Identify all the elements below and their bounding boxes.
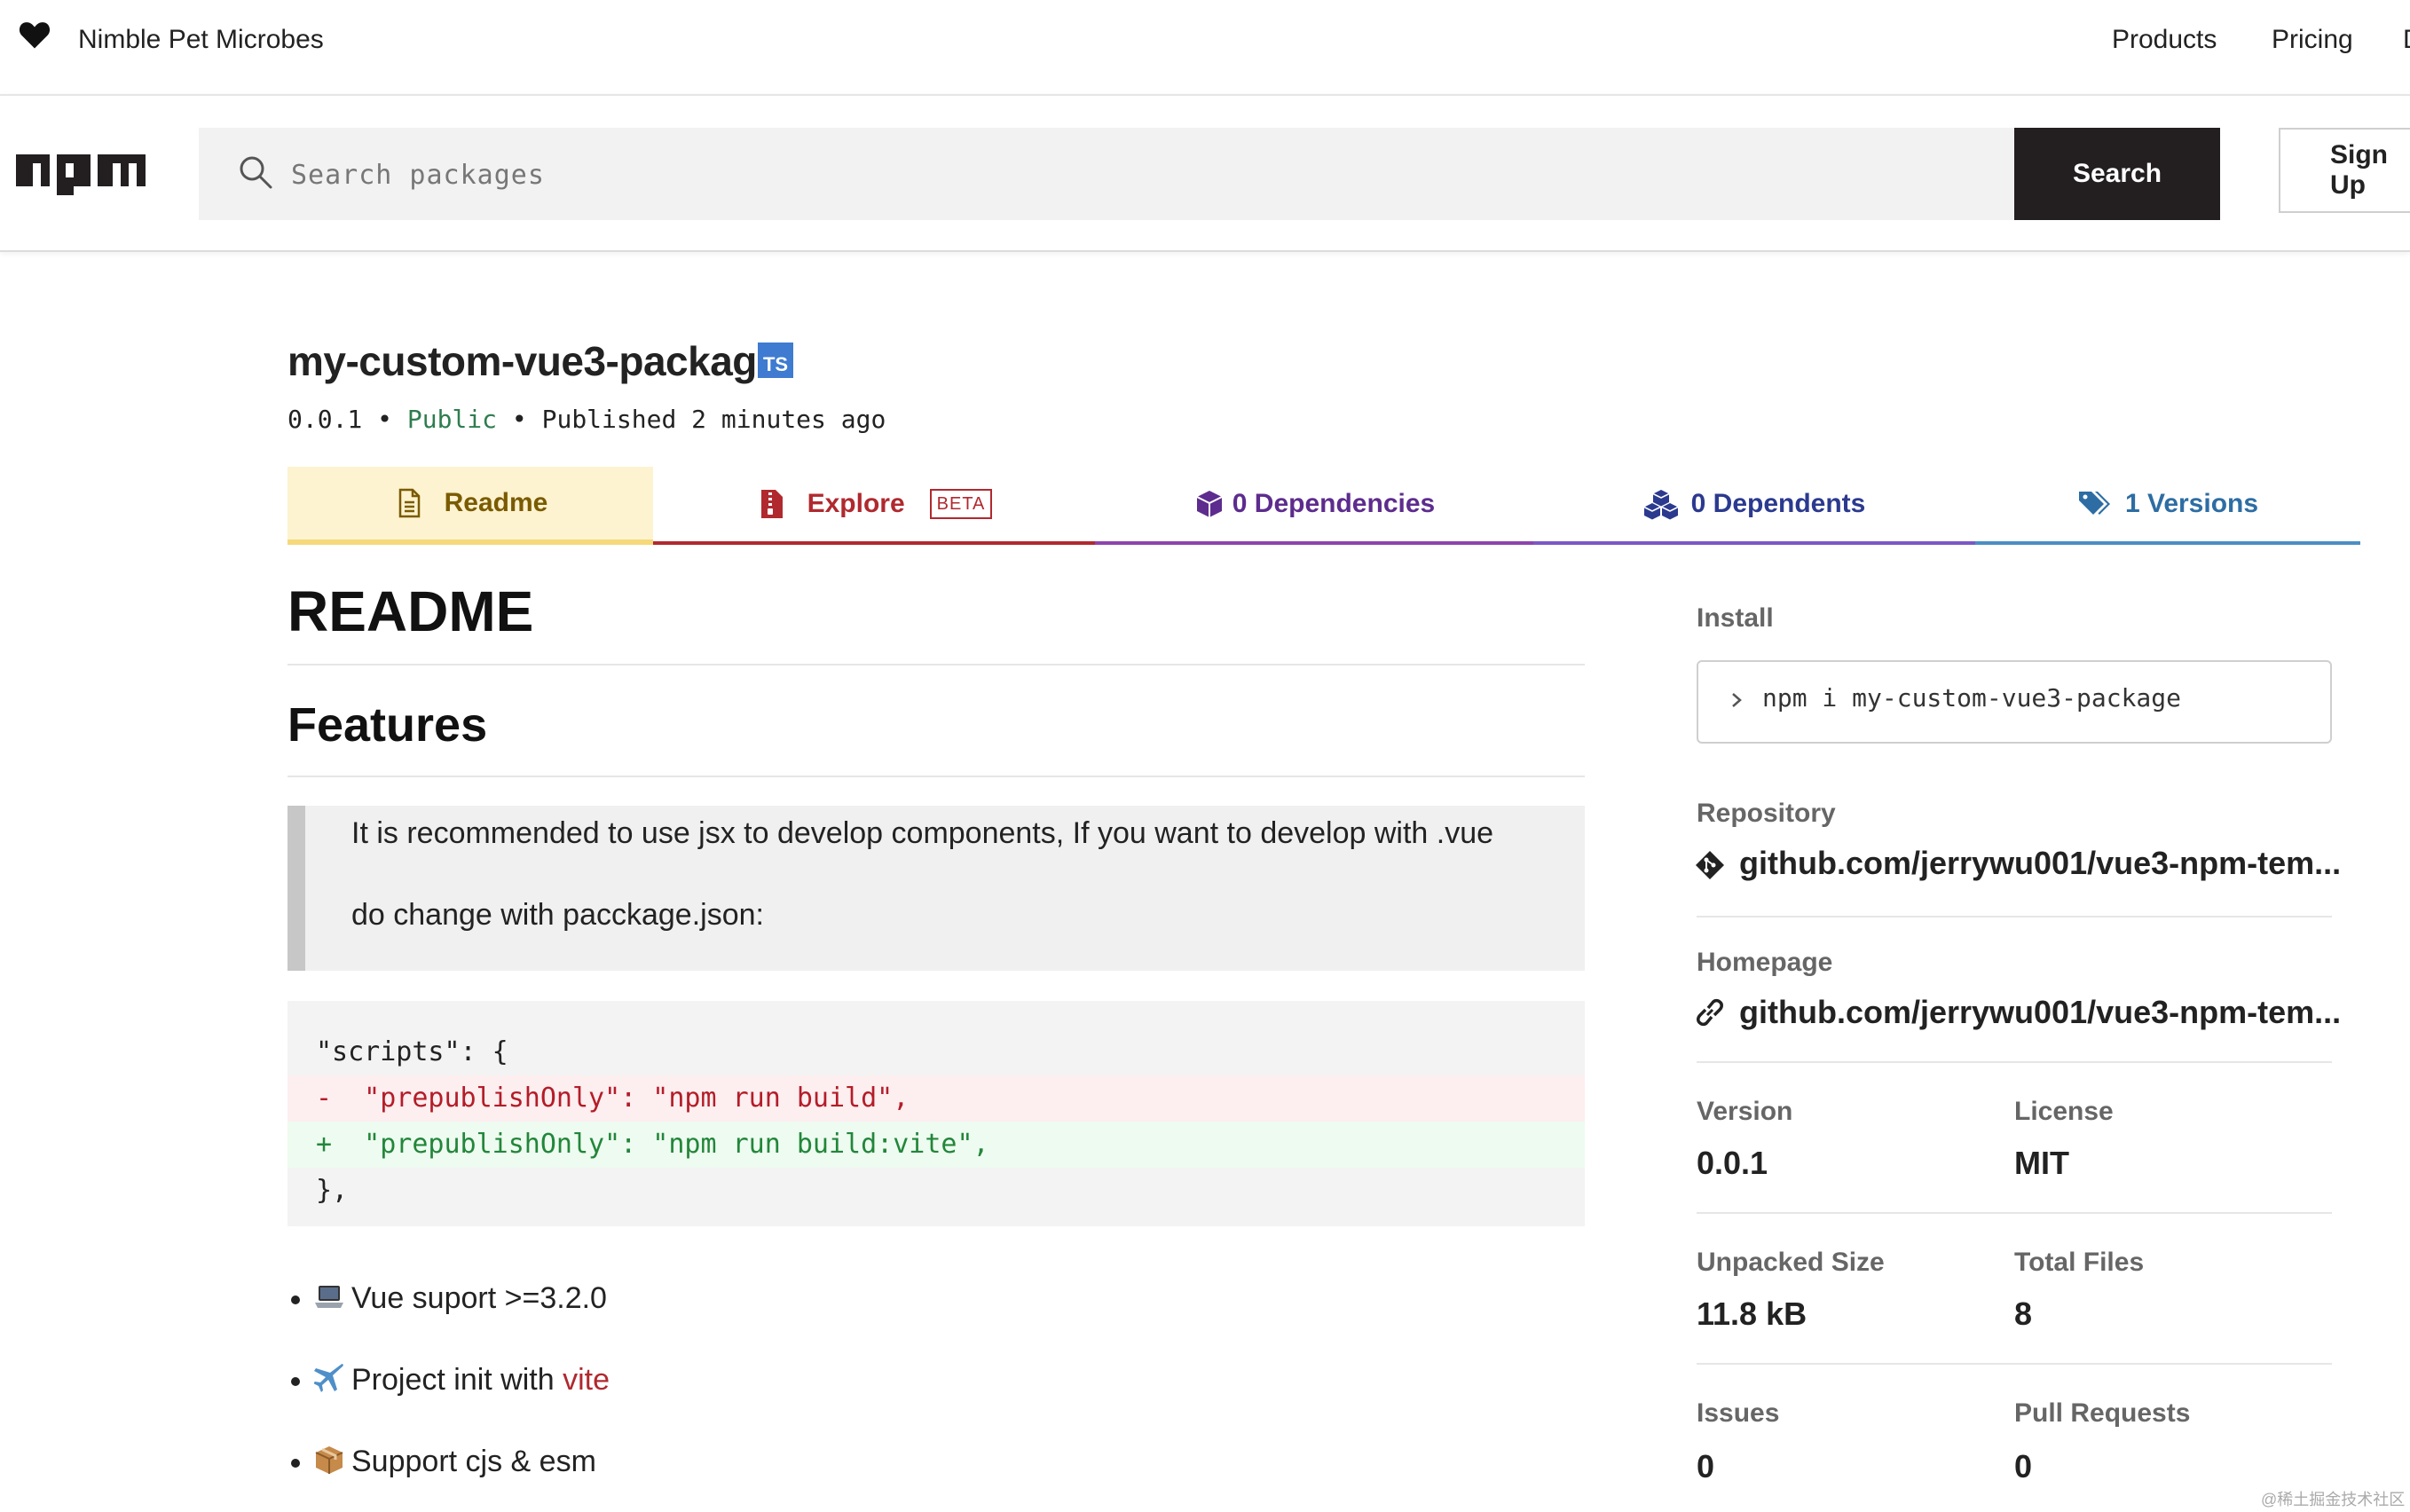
boxes-icon: [1643, 490, 1678, 520]
package-visibility: Public: [406, 405, 498, 434]
tab-versions[interactable]: 1 Versions: [1975, 467, 2360, 545]
readme-blockquote: It is recommended to use jsx to develop …: [287, 806, 1585, 971]
tab-dependencies[interactable]: 0 Dependencies: [1095, 467, 1533, 545]
feature-text: Vue suport >=3.2.0: [351, 1281, 607, 1315]
tab-versions-label: 1 Versions: [2124, 489, 2259, 518]
code-line-removed: - "prepublishOnly": "npm run build",: [287, 1075, 1585, 1122]
features-list: Vue suport >=3.2.0 Project init with vit…: [287, 1267, 610, 1512]
typescript-badge-icon: TS: [758, 343, 793, 378]
tags-icon: [2078, 492, 2110, 515]
unpacked-size-label: Unpacked Size: [1697, 1248, 1885, 1277]
list-item: Vue suport >=3.2.0: [287, 1267, 610, 1349]
divider: [287, 664, 1585, 665]
install-command[interactable]: npm i my-custom-vue3-package: [1762, 683, 2181, 713]
homepage-link[interactable]: github.com/jerrywu001/vue3-npm-tem...: [1739, 994, 2341, 1031]
npm-logo[interactable]: [16, 151, 146, 197]
version-value: 0.0.1: [1697, 1145, 1768, 1181]
features-heading: Features: [287, 698, 488, 752]
watermark: @稀土掘金技术社区: [2261, 1491, 2406, 1508]
divider: [1697, 1212, 2332, 1214]
zip-file-icon: [760, 490, 783, 518]
divider: [287, 776, 1585, 777]
tab-dependencies-label: 0 Dependencies: [1232, 489, 1436, 518]
repository-link[interactable]: github.com/jerrywu001/vue3-npm-tem...: [1739, 845, 2341, 882]
divider: [1697, 1363, 2332, 1365]
meta-separator: •: [511, 405, 527, 434]
meta-separator: •: [377, 405, 393, 434]
vite-link[interactable]: vite: [563, 1363, 610, 1397]
chevron-right-icon: [1732, 693, 1742, 707]
pull-requests-value: 0: [2014, 1448, 2033, 1484]
brand-tagline[interactable]: Nimble Pet Microbes: [78, 25, 324, 55]
repository-label: Repository: [1697, 799, 1836, 828]
license-value: MIT: [2014, 1145, 2069, 1181]
package-emoji-icon: [315, 1446, 343, 1474]
blockquote-line: It is recommended to use jsx to develop …: [351, 816, 1494, 850]
version-label: Version: [1697, 1097, 1793, 1126]
list-item: Project init with vite: [287, 1349, 610, 1430]
box-icon: [1196, 491, 1223, 517]
blockquote-line: do change with pacckage.json:: [351, 898, 764, 932]
issues-value: 0: [1697, 1448, 1715, 1484]
nav-documentation[interactable]: Documentation: [2403, 25, 2410, 55]
code-line: "scripts": {: [316, 1036, 508, 1067]
tab-explore-label: Explore: [807, 489, 905, 518]
divider: [1697, 1061, 2332, 1063]
total-files-value: 8: [2014, 1295, 2033, 1332]
search-input[interactable]: [289, 135, 1979, 215]
code-line: },: [316, 1175, 349, 1206]
tab-dependents-label: 0 Dependents: [1690, 489, 1866, 518]
signup-button[interactable]: Sign Up: [2279, 128, 2410, 213]
package-name: my-custom-vue3-package: [287, 338, 779, 384]
list-item: Support cjs & esm: [287, 1430, 610, 1512]
top-bar: Nimble Pet Microbes Products Pricing Doc…: [0, 0, 2410, 96]
feature-text: Project init with: [351, 1363, 563, 1397]
tab-explore[interactable]: Explore BETA: [653, 467, 1095, 545]
laptop-emoji-icon: [315, 1286, 343, 1308]
code-line-added: + "prepublishOnly": "npm run build:vite"…: [287, 1122, 1585, 1168]
beta-badge: BETA: [929, 489, 993, 519]
tab-readme[interactable]: Readme: [287, 467, 653, 545]
tab-dependents[interactable]: 0 Dependents: [1533, 467, 1975, 545]
homepage-label: Homepage: [1697, 948, 1833, 977]
search-button[interactable]: Search: [2014, 128, 2220, 220]
license-label: License: [2014, 1097, 2114, 1126]
install-label: Install: [1697, 603, 1774, 633]
document-icon: [398, 488, 420, 518]
tab-readme-label: Readme: [444, 488, 548, 517]
nav-products[interactable]: Products: [2112, 25, 2217, 55]
airplane-emoji-icon: [314, 1364, 343, 1392]
heart-icon[interactable]: [18, 20, 51, 50]
link-icon: [1697, 998, 1723, 1027]
code-block: "scripts": { - "prepublishOnly": "npm ru…: [287, 1001, 1585, 1226]
feature-text: Support cjs & esm: [351, 1445, 596, 1478]
divider: [1697, 916, 2332, 917]
package-meta: 0.0.1 • Public • Published 2 minutes ago: [287, 405, 886, 434]
install-command-box[interactable]: npm i my-custom-vue3-package: [1697, 660, 2332, 744]
package-published: Published 2 minutes ago: [541, 405, 886, 434]
unpacked-size-value: 11.8 kB: [1697, 1295, 1808, 1332]
search-icon: [240, 156, 272, 189]
pull-requests-label: Pull Requests: [2014, 1398, 2191, 1428]
git-icon: [1696, 851, 1724, 879]
package-version: 0.0.1: [287, 405, 363, 434]
nav-pricing[interactable]: Pricing: [2272, 25, 2353, 55]
issues-label: Issues: [1697, 1398, 1780, 1428]
total-files-label: Total Files: [2014, 1248, 2145, 1277]
readme-heading: README: [287, 579, 534, 643]
